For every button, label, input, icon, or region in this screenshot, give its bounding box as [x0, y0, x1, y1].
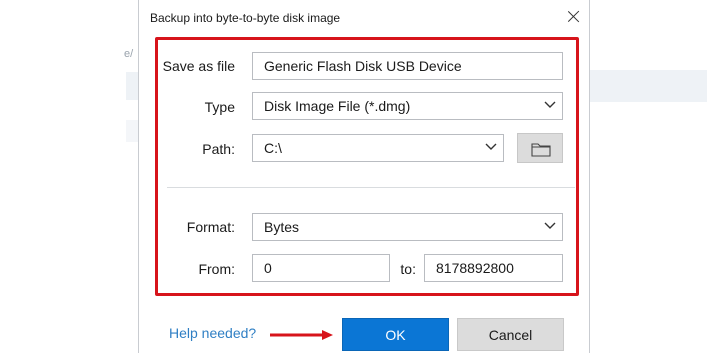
screen: e/ Backup into byte-to-byte disk image S…: [0, 0, 707, 353]
from-value: 0: [264, 260, 272, 276]
background-text-fragment: e/: [124, 48, 134, 60]
cancel-button[interactable]: Cancel: [457, 318, 564, 351]
backup-dialog: Backup into byte-to-byte disk image Save…: [138, 0, 590, 353]
chevron-down-icon: [485, 142, 497, 152]
type-value: Disk Image File (*.dmg): [264, 98, 411, 114]
to-label: to:: [400, 261, 416, 277]
browse-folder-button[interactable]: [517, 133, 563, 163]
background-panel: [590, 70, 707, 102]
path-value: C:\: [264, 140, 282, 156]
close-icon[interactable]: [563, 6, 585, 28]
chevron-down-icon: [544, 100, 556, 110]
to-value: 8178892800: [436, 260, 514, 276]
format-select[interactable]: Bytes: [252, 213, 563, 241]
format-value: Bytes: [264, 219, 300, 235]
chevron-down-icon: [544, 221, 556, 231]
folder-icon: [531, 143, 551, 157]
format-label: Format:: [186, 219, 235, 235]
path-label: Path:: [202, 141, 235, 157]
section-divider: [167, 187, 575, 188]
path-select[interactable]: C:\: [252, 134, 504, 162]
save-as-input[interactable]: Generic Flash Disk USB Device: [252, 52, 563, 80]
type-label: Type: [204, 99, 235, 115]
from-label: From:: [198, 261, 235, 277]
dialog-titlebar: Backup into byte-to-byte disk image: [139, 0, 589, 34]
save-as-value: Generic Flash Disk USB Device: [264, 58, 462, 74]
to-input[interactable]: 8178892800: [424, 254, 563, 282]
dialog-title: Backup into byte-to-byte disk image: [150, 11, 341, 25]
ok-button[interactable]: OK: [342, 318, 449, 351]
help-link[interactable]: Help needed?: [169, 325, 256, 341]
background-panel: [126, 72, 138, 100]
type-select[interactable]: Disk Image File (*.dmg): [252, 92, 563, 120]
from-input[interactable]: 0: [252, 254, 390, 282]
background-panel: [126, 120, 138, 142]
red-arrow-icon: [270, 330, 333, 340]
save-as-label: Save as file: [162, 58, 235, 74]
